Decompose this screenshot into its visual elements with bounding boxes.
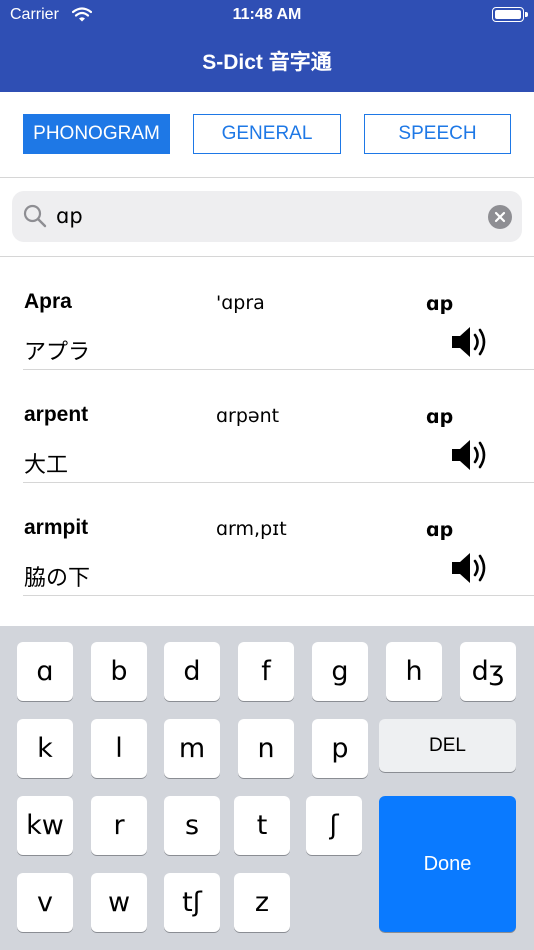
key[interactable]: f: [238, 642, 294, 701]
result-word: arpent: [24, 403, 89, 426]
key[interactable]: m: [164, 719, 220, 778]
key[interactable]: w: [91, 873, 147, 932]
key[interactable]: g: [312, 642, 368, 701]
result-meaning: 大工: [24, 453, 69, 478]
speaker-icon[interactable]: [450, 551, 490, 590]
app-title: S-Dict 音字通: [202, 51, 332, 74]
list-item[interactable]: armpit ɑrm,pɪt ɑp 脇の下: [0, 483, 534, 596]
result-tag: ɑp: [426, 406, 454, 428]
list-item[interactable]: arpent ɑrpənt ɑp 大工: [0, 370, 534, 483]
tab-speech[interactable]: SPEECH: [364, 114, 511, 154]
result-phonetic: ɑrpənt: [216, 405, 280, 427]
key[interactable]: n: [238, 719, 294, 778]
navigation-header: Carrier 11:48 AM S-Dict 音字通: [0, 0, 534, 92]
key[interactable]: b: [91, 642, 147, 701]
search-input[interactable]: [56, 199, 476, 233]
key[interactable]: ɑ: [17, 642, 73, 701]
result-meaning: 脇の下: [24, 566, 91, 591]
search-field[interactable]: [12, 191, 522, 242]
result-phonetic: ɑrm,pɪt: [216, 518, 287, 540]
done-button[interactable]: Done: [379, 796, 516, 932]
clear-icon[interactable]: [488, 205, 512, 229]
key[interactable]: t: [234, 796, 290, 855]
tab-general[interactable]: GENERAL: [193, 114, 341, 154]
phonetic-keyboard: ɑ b d f g h dʒ k l m n p DEL kw r s t ʃ …: [0, 626, 534, 950]
key[interactable]: kw: [17, 796, 73, 855]
key[interactable]: dʒ: [460, 642, 516, 701]
key[interactable]: h: [386, 642, 442, 701]
delete-key[interactable]: DEL: [379, 719, 516, 772]
key[interactable]: tʃ: [164, 873, 220, 932]
list-item[interactable]: Apra 'ɑpra ɑp アプラ: [0, 257, 534, 370]
tab-phonogram[interactable]: PHONOGRAM: [23, 114, 170, 154]
tab-bar: PHONOGRAM GENERAL SPEECH: [0, 92, 534, 178]
result-tag: ɑp: [426, 293, 454, 315]
speaker-icon[interactable]: [450, 438, 490, 477]
result-word: Apra: [24, 290, 72, 313]
key[interactable]: k: [17, 719, 73, 778]
key[interactable]: s: [164, 796, 220, 855]
result-tag: ɑp: [426, 519, 454, 541]
key[interactable]: r: [91, 796, 147, 855]
key[interactable]: ʃ: [306, 796, 362, 855]
key[interactable]: v: [17, 873, 73, 932]
key[interactable]: z: [234, 873, 290, 932]
battery-icon: [492, 7, 528, 22]
result-meaning: アプラ: [24, 340, 91, 365]
key[interactable]: d: [164, 642, 220, 701]
search-bar: [0, 178, 534, 257]
status-time: 11:48 AM: [232, 6, 302, 23]
search-icon: [23, 204, 47, 233]
key[interactable]: l: [91, 719, 147, 778]
key[interactable]: p: [312, 719, 368, 778]
row-divider: [23, 595, 534, 596]
result-word: armpit: [24, 516, 89, 539]
speaker-icon[interactable]: [450, 325, 490, 364]
result-phonetic: 'ɑpra: [216, 292, 265, 314]
